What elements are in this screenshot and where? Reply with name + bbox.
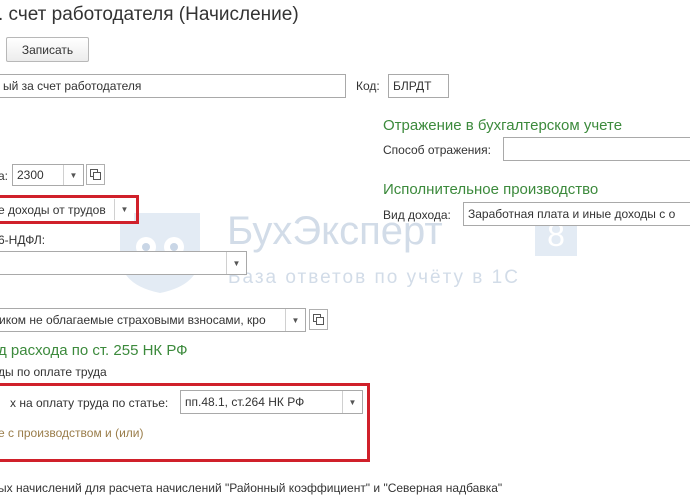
- income-type-select-value: е доходы от трудов: [0, 202, 106, 217]
- open-insurance-button[interactable]: [309, 309, 328, 330]
- chevron-down-icon[interactable]: ▼: [63, 165, 83, 185]
- reflection-method-input[interactable]: [503, 137, 690, 161]
- article-value: пп.48.1, ст.264 НК РФ: [185, 395, 305, 409]
- expense-heading: д расхода по ст. 255 НК РФ: [0, 342, 188, 359]
- open-icon: [90, 169, 101, 180]
- account-select[interactable]: 2300 ▼: [12, 164, 84, 186]
- code-input[interactable]: БЛРДТ: [388, 74, 449, 98]
- open-account-button[interactable]: [86, 164, 105, 185]
- chevron-down-icon[interactable]: ▼: [114, 199, 134, 220]
- article-select[interactable]: пп.48.1, ст.264 НК РФ ▼: [180, 390, 363, 414]
- enforcement-heading: Исполнительное производство: [383, 181, 599, 198]
- accounting-heading: Отражение в бухгалтерском учете: [383, 117, 623, 134]
- open-icon: [313, 314, 324, 325]
- insurance-select[interactable]: иком не облагаемые страховыми взносами, …: [0, 308, 306, 332]
- article-label: х на оплату труда по статье:: [10, 396, 169, 410]
- name-input[interactable]: ый за счет работодателя: [0, 74, 346, 98]
- income-type-label: Вид дохода:: [383, 208, 451, 222]
- bottom-note: ых начислений для расчета начислений "Ра…: [0, 481, 503, 495]
- insurance-value: иком не облагаемые страховыми взносами, …: [0, 313, 266, 327]
- chevron-down-icon[interactable]: ▼: [285, 309, 305, 331]
- income-type-select[interactable]: е доходы от трудов ▼: [0, 198, 134, 221]
- ndfl-select[interactable]: ▼: [0, 251, 247, 275]
- ndfl-label: 6-НДФЛ:: [0, 233, 46, 247]
- account-label: а:: [0, 169, 9, 183]
- chevron-down-icon[interactable]: ▼: [226, 252, 246, 274]
- reflection-method-label: Способ отражения:: [383, 143, 491, 157]
- code-label: Код:: [356, 79, 380, 93]
- chevron-down-icon[interactable]: ▼: [342, 391, 362, 413]
- watermark-tagline: База ответов по учёту в 1С: [228, 267, 520, 288]
- production-link[interactable]: е с производством и (или): [0, 426, 143, 440]
- page-title: . счет работодателя (Начисление): [0, 4, 299, 25]
- expense-value: ды по оплате труда: [0, 365, 107, 379]
- income-type-input[interactable]: Заработная плата и иные доходы с о: [463, 202, 690, 226]
- account-value: 2300: [17, 168, 44, 182]
- save-button[interactable]: Записать: [6, 37, 89, 62]
